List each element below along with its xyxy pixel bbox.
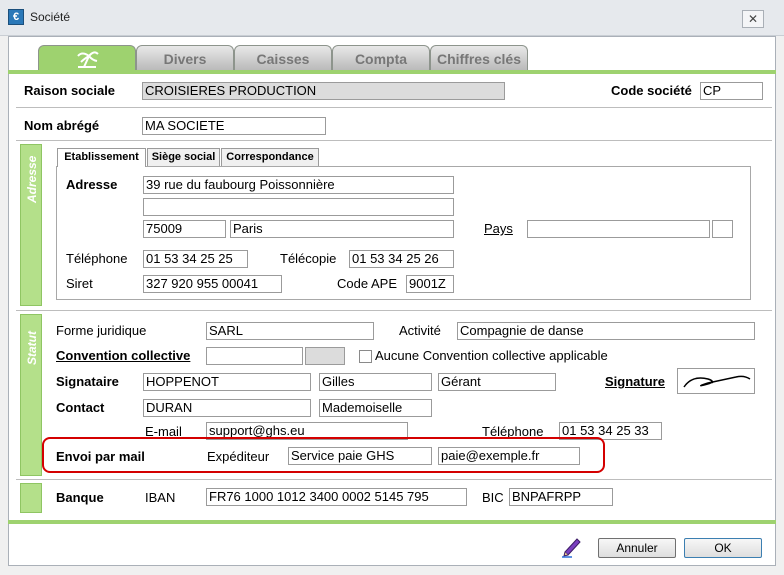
code-ape-field[interactable]: 9001Z [406, 275, 454, 293]
banque-label: Banque [56, 490, 104, 505]
separator [16, 310, 772, 311]
telecopie-field[interactable]: 01 53 34 25 26 [349, 250, 454, 268]
ville-field[interactable]: Paris [230, 220, 454, 238]
signataire-label: Signataire [56, 374, 119, 389]
siret-label: Siret [66, 276, 93, 291]
code-societe-label: Code société [611, 83, 692, 98]
tab-chiffres-cles[interactable]: Chiffres clés [430, 45, 528, 71]
footer-accent-line [8, 520, 776, 524]
tab-divers[interactable]: Divers [136, 45, 234, 71]
convention-code-field [305, 347, 345, 365]
dialog-body [8, 36, 776, 566]
adresse-group-label: Adresse [25, 155, 39, 203]
separator [16, 107, 772, 108]
activite-label: Activité [399, 323, 441, 338]
telephone-field[interactable]: 01 53 34 25 25 [143, 250, 248, 268]
subtab-correspondance[interactable]: Correspondance [221, 148, 319, 166]
code-societe-field[interactable]: CP [700, 82, 763, 100]
pays-field[interactable] [527, 220, 710, 238]
signature-link[interactable]: Signature [605, 374, 665, 389]
forme-juridique-label: Forme juridique [56, 323, 147, 338]
separator [16, 479, 772, 480]
palm-tree-icon [77, 51, 99, 68]
iban-field[interactable]: FR76 1000 1012 3400 0002 5145 795 [206, 488, 467, 506]
forme-juridique-field[interactable]: SARL [206, 322, 374, 340]
ok-button[interactable]: OK [684, 538, 762, 558]
raison-sociale-label: Raison sociale [24, 83, 116, 98]
aucune-convention-checkbox[interactable] [359, 350, 372, 363]
close-button[interactable]: ✕ [742, 10, 764, 28]
signature-scribble-icon [683, 375, 751, 388]
telephone-label: Téléphone [66, 251, 128, 266]
expediteur-label: Expéditeur [207, 449, 270, 464]
convention-field[interactable] [206, 347, 303, 365]
envoi-par-mail-label: Envoi par mail [56, 449, 145, 464]
signature-image[interactable] [677, 368, 755, 394]
convention-collective-link[interactable]: Convention collective [56, 348, 190, 363]
tab-caisses[interactable]: Caisses [234, 45, 332, 71]
expediteur-nom-field[interactable]: Service paie GHS [288, 447, 432, 465]
siret-field[interactable]: 327 920 955 00041 [143, 275, 282, 293]
tab-compta[interactable]: Compta [332, 45, 430, 71]
contact-nom-field[interactable]: DURAN [143, 399, 311, 417]
separator [16, 140, 772, 141]
subtab-siege-social[interactable]: Siège social [147, 148, 220, 166]
nom-abrege-label: Nom abrégé [24, 118, 100, 133]
code-ape-label: Code APE [337, 276, 397, 291]
nom-abrege-field[interactable]: MA SOCIETE [142, 117, 326, 135]
statut-group-label: Statut [25, 331, 39, 365]
adresse-group-stripe: Adresse [20, 144, 42, 306]
activite-field[interactable]: Compagnie de danse [457, 322, 755, 340]
adresse-line1-field[interactable]: 39 rue du faubourg Poissonnière [143, 176, 454, 194]
app-icon: € [8, 9, 24, 25]
contact-civilite-field[interactable]: Mademoiselle [319, 399, 432, 417]
signataire-prenom-field[interactable]: Gilles [319, 373, 432, 391]
tab-general[interactable] [38, 45, 136, 72]
bic-field[interactable]: BNPAFRPP [509, 488, 613, 506]
expediteur-email-field[interactable]: paie@exemple.fr [438, 447, 580, 465]
aucune-convention-label: Aucune Convention collective applicable [375, 348, 608, 363]
adresse-line2-field[interactable] [143, 198, 454, 216]
pays-code-field[interactable] [712, 220, 733, 238]
raison-sociale-field[interactable]: CROISIERES PRODUCTION [142, 82, 505, 100]
telecopie-label: Télécopie [280, 251, 337, 266]
cancel-button[interactable]: Annuler [598, 538, 676, 558]
signataire-nom-field[interactable]: HOPPENOT [143, 373, 311, 391]
banque-group-stripe [20, 483, 42, 513]
adresse-label: Adresse [66, 177, 118, 192]
contact-label: Contact [56, 400, 105, 415]
statut-group-stripe: Statut [20, 314, 42, 476]
tab-underline [8, 70, 776, 74]
signataire-fonction-field[interactable]: Gérant [438, 373, 556, 391]
edit-pen-icon[interactable] [560, 534, 584, 558]
title-bar [0, 0, 784, 36]
iban-label: IBAN [145, 490, 176, 505]
pays-link[interactable]: Pays [484, 221, 513, 236]
subtab-etablissement[interactable]: Etablissement [57, 148, 146, 167]
window-title: Société [30, 10, 71, 24]
close-icon: ✕ [747, 12, 759, 26]
bic-label: BIC [482, 490, 504, 505]
code-postal-field[interactable]: 75009 [143, 220, 226, 238]
